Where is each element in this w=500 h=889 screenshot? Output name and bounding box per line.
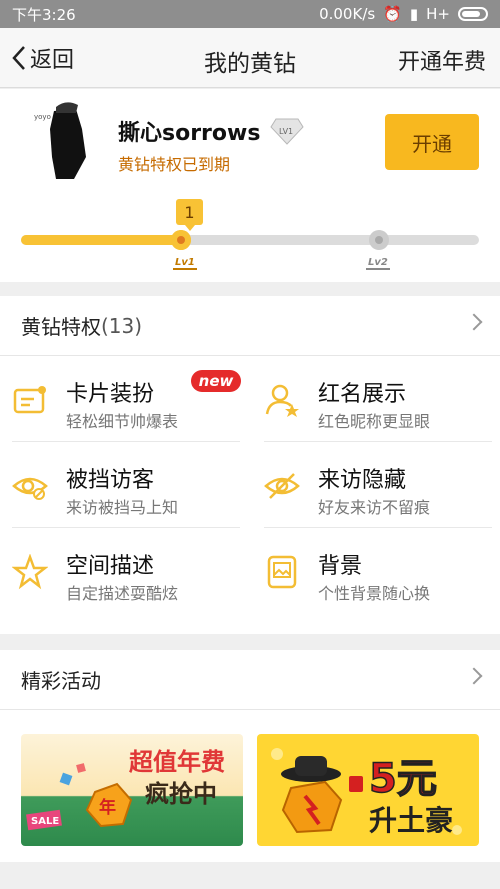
privilege-desc: 自定描述耍酷炫 xyxy=(66,584,179,603)
activity-banners: SALE 年 超值年费 疯抢中 5元 升土豪 xyxy=(0,710,500,862)
level-1-marker xyxy=(171,230,191,250)
privilege-title: 来访隐藏 xyxy=(318,468,407,493)
chevron-left-icon xyxy=(12,46,25,70)
annual-sale-art: SALE 年 超值年费 疯抢中 xyxy=(26,748,225,831)
eye-hidden-icon xyxy=(264,473,300,499)
privileges-count: (13) xyxy=(101,313,143,338)
privilege-desc: 个性背景随心换 xyxy=(318,584,431,603)
card-icon xyxy=(13,386,46,414)
privileges-section: 黄钻特权 (13) 卡片装扮 轻松细节帅爆表 new 红名展示 红色昵称更显眼 xyxy=(0,296,500,634)
svg-text:年: 年 xyxy=(99,797,116,818)
svg-text:超值年费: 超值年费 xyxy=(129,748,225,776)
privilege-title: 红名展示 xyxy=(318,382,407,407)
network-type: H+ xyxy=(426,5,450,23)
annual-sale-banner[interactable]: SALE 年 超值年费 疯抢中 xyxy=(21,734,243,846)
star-icon xyxy=(12,554,48,590)
privilege-desc: 红色昵称更显眼 xyxy=(318,412,431,431)
privilege-desc: 轻松细节帅爆表 xyxy=(66,412,179,431)
privilege-desc: 好友来访不留痕 xyxy=(318,498,431,517)
five-yuan-art: 5元 升土豪 xyxy=(271,748,462,837)
privilege-hide-visits[interactable]: 来访隐藏 好友来访不留痕 xyxy=(252,442,492,528)
nav-bar: 返回 我的黄钻 开通年费 xyxy=(0,28,500,88)
background-icon xyxy=(267,555,297,589)
privilege-blocked-visitors[interactable]: 被挡访客 来访被挡马上知 xyxy=(0,442,240,528)
activities-header[interactable]: 精彩活动 xyxy=(0,650,500,710)
privileges-title: 黄钻特权 xyxy=(21,315,101,339)
level-progress-track xyxy=(21,230,479,250)
privilege-title: 背景 xyxy=(318,554,363,579)
profile-card: yoyo 撕心sorrows LV1 黄钻特权已到期 开通 1 Lv1 Lv2 xyxy=(0,89,500,282)
five-yuan-banner[interactable]: 5元 升土豪 xyxy=(257,734,479,846)
diamond-level-icon: LV1 xyxy=(270,118,305,145)
level-progress-fill xyxy=(21,235,182,245)
current-level-bubble: 1 xyxy=(176,199,203,231)
privilege-background[interactable]: 背景 个性背景随心换 xyxy=(252,528,492,614)
back-label: 返回 xyxy=(30,48,75,73)
user-star-icon xyxy=(265,384,299,417)
status-indicators: 0.00K/s ⏰ ▮ H+ xyxy=(319,5,488,23)
svg-text:升土豪: 升土豪 xyxy=(369,804,453,837)
privilege-title: 空间描述 xyxy=(66,554,155,579)
svg-text:SALE: SALE xyxy=(31,816,59,827)
status-bar: 下午3:26 0.00K/s ⏰ ▮ H+ xyxy=(0,0,500,28)
svg-text:疯抢中: 疯抢中 xyxy=(145,780,217,808)
level-2-marker xyxy=(369,230,389,250)
privilege-title: 被挡访客 xyxy=(66,468,155,493)
username: 撕心sorrows xyxy=(118,121,261,146)
status-time: 下午3:26 xyxy=(12,5,76,24)
svg-text:LV1: LV1 xyxy=(279,127,293,136)
privilege-title: 卡片装扮 xyxy=(66,382,155,407)
privileges-grid: 卡片装扮 轻松细节帅爆表 new 红名展示 红色昵称更显眼 被挡访客 来访被挡马… xyxy=(0,356,500,634)
activities-section: 精彩活动 SALE 年 超值年费 疯抢中 5元 升土豪 xyxy=(0,650,500,862)
back-button[interactable]: 返回 xyxy=(12,42,74,74)
eye-blocked-icon xyxy=(12,477,48,500)
signal-icon: ▮ xyxy=(409,5,419,23)
svg-text:5元: 5元 xyxy=(369,756,437,802)
privilege-red-name[interactable]: 红名展示 红色昵称更显眼 xyxy=(252,356,492,442)
network-speed: 0.00K/s xyxy=(319,5,376,23)
activities-title: 精彩活动 xyxy=(21,669,101,693)
vip-status: 黄钻特权已到期 xyxy=(118,155,231,174)
new-badge: new xyxy=(191,370,241,392)
alarm-icon: ⏰ xyxy=(383,5,402,23)
avatar[interactable]: yoyo xyxy=(26,99,106,179)
svg-text:yoyo: yoyo xyxy=(34,113,51,121)
level-1-tag: Lv1 xyxy=(173,257,197,270)
battery-icon xyxy=(458,7,488,21)
level-2-tag: Lv2 xyxy=(366,257,390,270)
open-vip-button[interactable]: 开通 xyxy=(385,114,479,170)
privileges-header[interactable]: 黄钻特权 (13) xyxy=(0,296,500,356)
open-annual-button[interactable]: 开通年费 xyxy=(398,44,486,76)
username-row: 撕心sorrows LV1 xyxy=(118,115,305,147)
privilege-space-description[interactable]: 空间描述 自定描述耍酷炫 xyxy=(0,528,240,614)
privilege-card-decoration[interactable]: 卡片装扮 轻松细节帅爆表 new xyxy=(0,356,241,442)
chevron-right-icon xyxy=(465,667,483,685)
chevron-right-icon xyxy=(465,313,483,331)
privilege-desc: 来访被挡马上知 xyxy=(66,498,179,517)
